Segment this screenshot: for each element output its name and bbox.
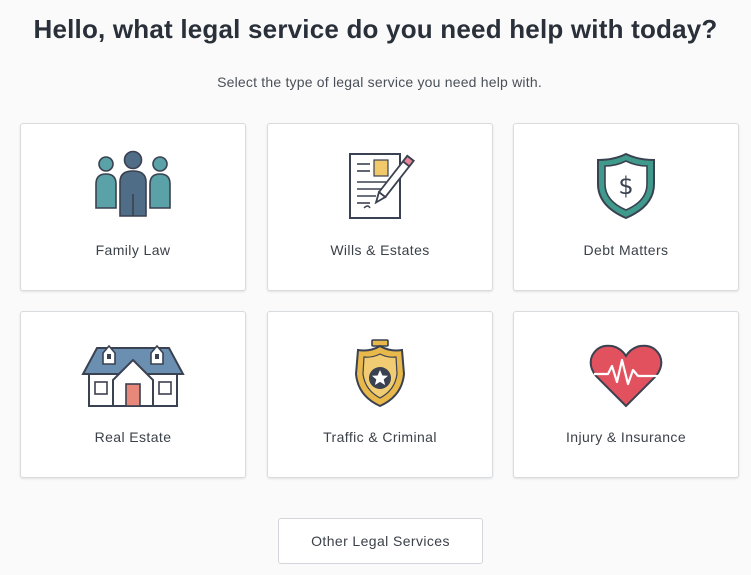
service-card-label: Wills & Estates [330, 242, 430, 258]
family-icon [21, 150, 245, 230]
service-card-label: Family Law [95, 242, 171, 258]
service-card-injury-insurance[interactable]: Injury & Insurance [513, 311, 739, 478]
police-badge-icon [268, 338, 492, 418]
page-subtitle: Select the type of legal service you nee… [217, 74, 542, 90]
page-title: Hello, what legal service do you need he… [33, 14, 718, 44]
service-card-family-law[interactable]: Family Law [20, 123, 246, 291]
service-card-wills-estates[interactable]: Wills & Estates [267, 123, 493, 291]
service-card-debt-matters[interactable]: $ Debt Matters [513, 123, 739, 291]
service-card-label: Debt Matters [583, 242, 669, 258]
service-card-label: Injury & Insurance [565, 429, 687, 445]
service-card-label: Real Estate [94, 429, 172, 445]
svg-text:$: $ [618, 172, 633, 200]
service-card-traffic-criminal[interactable]: Traffic & Criminal [267, 311, 493, 478]
house-icon [21, 338, 245, 418]
document-pen-icon [268, 150, 492, 230]
other-legal-services-button[interactable]: Other Legal Services [278, 518, 483, 564]
service-card-real-estate[interactable]: Real Estate [20, 311, 246, 478]
heart-pulse-icon [514, 338, 738, 418]
dollar-shield-icon: $ [514, 150, 738, 230]
service-card-label: Traffic & Criminal [323, 429, 437, 445]
